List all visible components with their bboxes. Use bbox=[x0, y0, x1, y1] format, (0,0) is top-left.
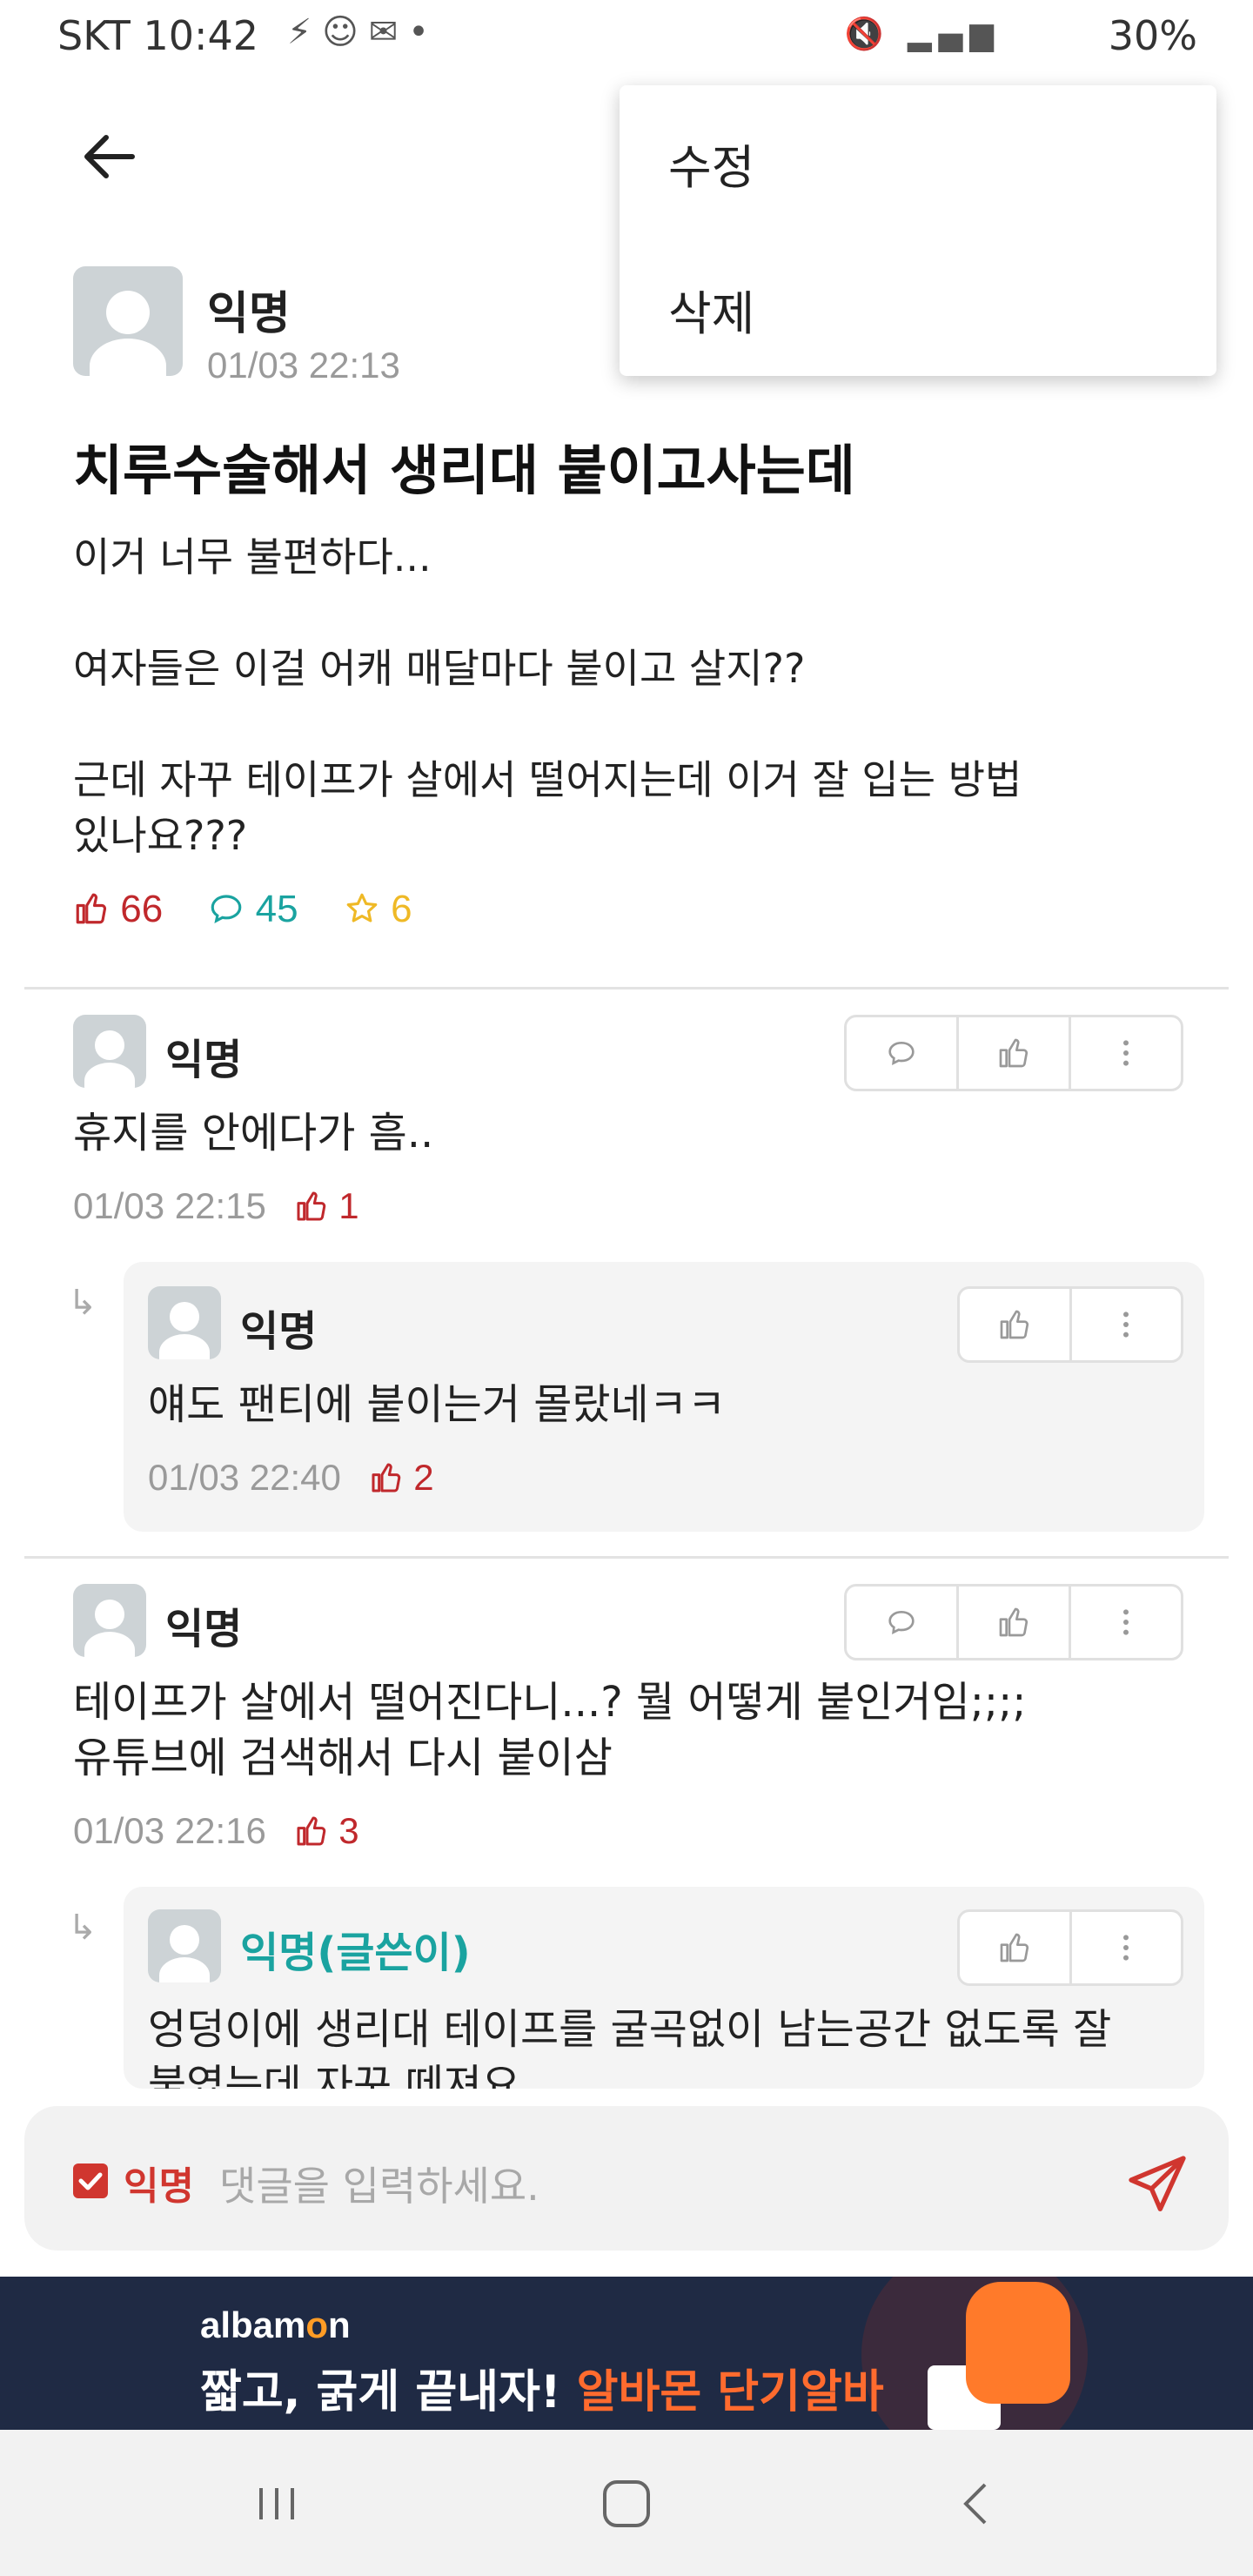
comment-input-bar[interactable] bbox=[24, 2106, 1229, 2251]
reply-meta: 01/03 22:40 2 bbox=[148, 1457, 434, 1499]
like-button[interactable] bbox=[960, 1912, 1069, 1983]
post-body: 이거 너무 불편하다... 여자들은 이걸 어캐 매달마다 붙이고 살지?? 근… bbox=[73, 533, 1022, 859]
ad-brand: albamon bbox=[200, 2304, 351, 2345]
comment-input-placeholder[interactable]: 댓글을 입력하세요. bbox=[219, 2155, 539, 2212]
comment-like-count: 3 bbox=[338, 1810, 359, 1851]
reply-actions bbox=[957, 1909, 1183, 1986]
mute-signal-icons: 🔇 ▂▄▆ bbox=[844, 17, 1001, 52]
reply-avatar bbox=[148, 1286, 221, 1359]
thumbs-up-icon bbox=[999, 1607, 1029, 1637]
recent-apps-button[interactable] bbox=[233, 2465, 320, 2543]
ad-slogan: 짧고, 굵게 끝내자! 알바몬 단기알바 bbox=[200, 2366, 884, 2418]
reply-author: 익명 bbox=[240, 1307, 318, 1356]
comment-actions bbox=[844, 1015, 1183, 1091]
reply-actions bbox=[957, 1286, 1183, 1363]
comment-author: 익명 bbox=[165, 1605, 243, 1654]
more-options-button[interactable] bbox=[1069, 1289, 1182, 1360]
back-button[interactable] bbox=[75, 122, 144, 191]
comment-text: 테이프가 살에서 떨어진다니...? 뭘 어떻게 붙인거임;;;; 유튜브에 검… bbox=[73, 1678, 1027, 1782]
recent-apps-icon bbox=[259, 2488, 294, 2519]
notification-icons: ⚡☺✉• bbox=[287, 12, 439, 52]
author-avatar bbox=[73, 266, 183, 376]
reply-author: 익명(글쓴이) bbox=[240, 1929, 471, 1977]
comment-meta: 01/03 22:15 1 bbox=[73, 1185, 359, 1227]
post-comment-count: 45 bbox=[255, 888, 298, 930]
reply-likes: 2 bbox=[369, 1457, 434, 1498]
options-menu: 수정 삭제 bbox=[620, 85, 1216, 376]
thumbs-up-icon bbox=[297, 1816, 325, 1846]
post-stats: 66 45 6 bbox=[73, 888, 447, 931]
more-vertical-icon bbox=[1123, 1040, 1129, 1066]
comment-time: 01/03 22:16 bbox=[73, 1810, 266, 1851]
thumbs-up-icon bbox=[372, 1463, 400, 1493]
send-icon bbox=[1129, 2156, 1186, 2211]
menu-item-edit[interactable]: 수정 bbox=[668, 129, 754, 198]
more-vertical-icon bbox=[1123, 1311, 1129, 1338]
reply-box: 익명(글쓴이) 엉덩이에 생리대 테이프를 굴곡없이 남는공간 없도록 잘 붙였… bbox=[124, 1887, 1204, 2089]
post-like-count: 66 bbox=[120, 888, 164, 930]
more-options-button[interactable] bbox=[1069, 1912, 1182, 1983]
reply-avatar bbox=[148, 1909, 221, 1982]
more-vertical-icon bbox=[1123, 1609, 1129, 1635]
mascot-image bbox=[966, 2282, 1070, 2404]
post-like-stat[interactable]: 66 bbox=[73, 888, 191, 930]
more-vertical-icon bbox=[1123, 1935, 1129, 1961]
home-button[interactable] bbox=[583, 2465, 670, 2543]
comment-author: 익명 bbox=[165, 1036, 243, 1084]
reply-like-count: 2 bbox=[413, 1457, 434, 1498]
thumbs-up-icon bbox=[76, 893, 107, 924]
comment-like-count: 1 bbox=[338, 1185, 359, 1226]
post-scrap-stat[interactable]: 6 bbox=[344, 888, 430, 930]
post-comment-stat[interactable]: 45 bbox=[208, 888, 325, 930]
anonymous-label[interactable]: 익명 bbox=[124, 2155, 194, 2210]
star-icon bbox=[346, 893, 378, 922]
comment-bubble-icon bbox=[888, 1610, 915, 1634]
comment-avatar bbox=[73, 1015, 146, 1088]
ad-banner[interactable]: albamon 짧고, 굵게 끝내자! 알바몬 단기알바 bbox=[0, 2277, 1253, 2430]
comment-text: 휴지를 안에다가 흠.. bbox=[73, 1109, 434, 1157]
comment-bubble-icon bbox=[211, 895, 242, 923]
reply-arrow-icon: ↳ bbox=[68, 1283, 97, 1323]
thumbs-up-icon bbox=[297, 1191, 325, 1221]
system-back-button[interactable] bbox=[933, 2465, 1020, 2543]
post-scrap-count: 6 bbox=[391, 888, 412, 930]
more-options-button[interactable] bbox=[1069, 1587, 1181, 1658]
menu-item-delete[interactable]: 삭제 bbox=[668, 275, 754, 344]
post-title: 치루수술해서 생리대 붙이고사는데 bbox=[73, 439, 855, 502]
reply-button[interactable] bbox=[847, 1587, 956, 1658]
battery-level: 30% bbox=[1108, 12, 1197, 59]
thumbs-up-icon bbox=[1000, 1310, 1029, 1339]
more-options-button[interactable] bbox=[1069, 1017, 1181, 1089]
like-button[interactable] bbox=[956, 1587, 1069, 1658]
system-nav-bar bbox=[0, 2430, 1253, 2576]
comment-likes: 3 bbox=[294, 1810, 359, 1851]
comment-time: 01/03 22:15 bbox=[73, 1185, 266, 1226]
status-bar: SKT 10:42 ⚡☺✉• 🔇 ▂▄▆ 30% bbox=[0, 0, 1253, 78]
like-button[interactable] bbox=[960, 1289, 1069, 1360]
reply-text: 엉덩이에 생리대 테이프를 굴곡없이 남는공간 없도록 잘 붙였는데 자꾸 떼져… bbox=[148, 2005, 1112, 2089]
reply-time: 01/03 22:40 bbox=[148, 1457, 341, 1498]
comment-likes: 1 bbox=[294, 1185, 359, 1226]
home-icon bbox=[603, 2480, 650, 2527]
checkmark-icon bbox=[78, 2172, 103, 2190]
comment-bubble-icon bbox=[888, 1041, 915, 1065]
post-time: 01/03 22:13 bbox=[207, 345, 400, 386]
post-author: 익명 bbox=[207, 288, 291, 340]
divider bbox=[24, 987, 1229, 989]
chevron-left-icon bbox=[963, 2483, 987, 2525]
divider bbox=[24, 1556, 1229, 1559]
reply-arrow-icon: ↳ bbox=[68, 1908, 97, 1948]
comment-actions bbox=[844, 1584, 1183, 1660]
reply-text: 얘도 팬티에 붙이는거 몰랐네ㅋㅋ bbox=[148, 1380, 727, 1429]
anonymous-checkbox[interactable] bbox=[73, 2163, 108, 2198]
reply-button[interactable] bbox=[847, 1017, 956, 1089]
like-button[interactable] bbox=[956, 1017, 1069, 1089]
arrow-left-icon bbox=[84, 135, 135, 178]
status-carrier-time: SKT 10:42 bbox=[57, 12, 259, 59]
comment-avatar bbox=[73, 1584, 146, 1657]
comment-meta: 01/03 22:16 3 bbox=[73, 1810, 359, 1852]
thumbs-up-icon bbox=[1000, 1933, 1029, 1962]
thumbs-up-icon bbox=[999, 1038, 1029, 1068]
send-button[interactable] bbox=[1122, 2150, 1192, 2219]
